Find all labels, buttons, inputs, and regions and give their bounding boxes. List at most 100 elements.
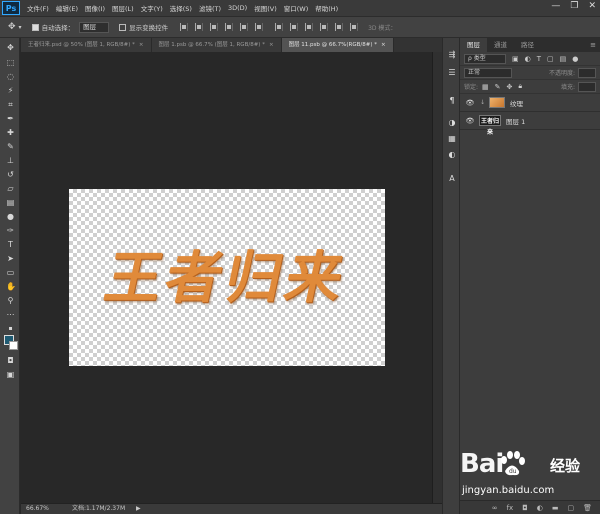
brush-tool-icon[interactable]: ✎	[6, 142, 15, 151]
document-canvas[interactable]: 王者归来	[69, 189, 385, 366]
distribute-right-icon[interactable]	[350, 23, 359, 31]
tab-channels[interactable]: 通道	[487, 38, 514, 52]
lock-transparent-icon[interactable]: ▦	[482, 83, 489, 91]
color-panel-icon[interactable]: ◐	[447, 150, 457, 160]
close-button[interactable]: ✕	[588, 1, 596, 11]
align-bottom-icon[interactable]	[210, 23, 219, 31]
distribute-top-icon[interactable]	[275, 23, 284, 31]
clone-stamp-tool-icon[interactable]: ⊥	[6, 156, 15, 165]
align-top-icon[interactable]	[180, 23, 189, 31]
lock-paint-icon[interactable]: ✎	[495, 83, 501, 91]
rectangle-tool-icon[interactable]: ▭	[6, 268, 15, 277]
opacity-field[interactable]	[578, 67, 596, 78]
layer-name[interactable]: 纹理	[510, 98, 523, 108]
tab-layers[interactable]: 图层	[460, 38, 487, 52]
eyedropper-tool-icon[interactable]: ✒	[6, 114, 15, 123]
document-tab-active[interactable]: 图层 11.psb @ 66.7%(RGB/8#) * ×	[281, 38, 394, 52]
visibility-eye-icon[interactable]: 👁︎	[464, 99, 476, 107]
menu-layer[interactable]: 图层(L)	[112, 3, 134, 13]
character-panel-icon[interactable]: A	[447, 174, 457, 184]
show-transform-option[interactable]: 显示变换控件	[119, 22, 168, 32]
dropdown-arrow-icon[interactable]: ▾	[19, 24, 22, 31]
background-color-swatch[interactable]	[9, 341, 18, 350]
lock-row: 锁定: ▦ ✎ ✥ 🔒︎ 填充:	[460, 80, 600, 94]
filter-shape-icon[interactable]: ▢	[547, 55, 554, 63]
close-icon[interactable]: ×	[269, 42, 274, 48]
quick-mask-icon[interactable]: ◘	[6, 356, 15, 365]
filter-pixel-icon[interactable]: ▣	[512, 55, 519, 63]
distribute-hcenter-icon[interactable]	[335, 23, 344, 31]
type-tool-icon[interactable]: T	[6, 240, 15, 249]
distribute-bottom-icon[interactable]	[305, 23, 314, 31]
menu-file[interactable]: 文件(F)	[27, 3, 49, 13]
filter-kind-select[interactable]: ρ 类型	[464, 53, 506, 64]
blend-mode-select[interactable]: 正常	[464, 67, 512, 78]
menu-view[interactable]: 视图(V)	[254, 3, 277, 13]
adjustments-panel-icon[interactable]: ◑	[447, 118, 457, 128]
show-transform-checkbox[interactable]	[119, 23, 127, 31]
auto-select-checkbox[interactable]	[31, 23, 39, 31]
align-right-icon[interactable]	[255, 23, 264, 31]
fill-field[interactable]	[578, 81, 596, 92]
document-tab[interactable]: 王者归来.psd @ 50% (图层 1, RGB/8#) * ×	[21, 38, 152, 52]
lock-move-icon[interactable]: ✥	[507, 83, 513, 91]
default-colors-icon[interactable]: ▪	[6, 324, 15, 333]
magic-wand-tool-icon[interactable]: ⚡	[6, 86, 15, 95]
lock-all-icon[interactable]: 🔒︎	[518, 82, 522, 91]
history-panel-icon[interactable]: ⇶	[447, 50, 457, 60]
history-brush-tool-icon[interactable]: ↺	[6, 170, 15, 179]
align-left-icon[interactable]	[225, 23, 234, 31]
dodge-tool-icon[interactable]: ●	[6, 212, 15, 221]
close-icon[interactable]: ×	[139, 42, 144, 48]
panel-menu-icon[interactable]: ≡	[590, 41, 596, 49]
zoom-tool-icon[interactable]: ⚲	[6, 296, 15, 305]
menu-type[interactable]: 文字(Y)	[141, 3, 163, 13]
layer-row[interactable]: 👁︎ ↓ 纹理	[460, 94, 600, 112]
styles-panel-icon[interactable]: ▦	[447, 134, 457, 144]
status-menu-arrow-icon[interactable]: ▶	[136, 504, 141, 514]
close-icon[interactable]: ×	[381, 42, 386, 48]
lasso-tool-icon[interactable]: ◌	[6, 72, 15, 81]
align-hcenter-icon[interactable]	[240, 23, 249, 31]
visibility-eye-icon[interactable]: 👁︎	[464, 117, 476, 125]
tab-paths[interactable]: 路径	[514, 38, 541, 52]
marquee-tool-icon[interactable]: ⬚	[6, 58, 15, 67]
menu-3d[interactable]: 3D(D)	[228, 4, 247, 12]
align-vcenter-icon[interactable]	[195, 23, 204, 31]
menu-filter[interactable]: 滤镜(T)	[199, 3, 221, 13]
move-tool-icon[interactable]: ✥	[8, 22, 16, 32]
filter-smart-object-icon[interactable]: ▤	[560, 55, 567, 63]
move-tool-icon[interactable]: ✥	[6, 43, 15, 52]
screen-mode-icon[interactable]: ▣	[6, 370, 15, 379]
menu-select[interactable]: 选择(S)	[170, 3, 192, 13]
document-tab[interactable]: 图层 1.psb @ 66.7% (图层 1, RGB/8#) * ×	[151, 38, 282, 52]
filter-toggle-icon[interactable]: ●	[572, 55, 578, 63]
distribute-vcenter-icon[interactable]	[290, 23, 299, 31]
layer-row[interactable]: 👁︎ 王者归来 图层 1	[460, 112, 600, 136]
minimize-button[interactable]: —	[551, 1, 560, 11]
hand-tool-icon[interactable]: ✋	[6, 282, 16, 291]
menu-window[interactable]: 窗口(W)	[284, 3, 309, 13]
eraser-tool-icon[interactable]: ▱	[6, 184, 15, 193]
more-tools-icon[interactable]: ⋯	[6, 310, 15, 319]
menu-edit[interactable]: 编辑(E)	[56, 3, 78, 13]
auto-select-target-select[interactable]: 图层	[79, 21, 110, 33]
filter-type-icon[interactable]: T	[537, 55, 541, 63]
paragraph-panel-icon[interactable]: ¶	[447, 96, 457, 106]
properties-panel-icon[interactable]: ☰	[447, 68, 457, 78]
restore-button[interactable]: ❐	[570, 1, 578, 11]
gradient-tool-icon[interactable]: ▤	[6, 198, 15, 207]
auto-select-option[interactable]: 自动选择：	[31, 22, 74, 32]
zoom-level[interactable]: 66.67%	[26, 504, 49, 514]
crop-tool-icon[interactable]: ⌗	[6, 100, 15, 109]
vertical-scrollbar[interactable]	[432, 52, 442, 505]
menu-image[interactable]: 图像(I)	[85, 3, 105, 13]
path-selection-tool-icon[interactable]: ➤	[6, 254, 15, 263]
healing-brush-tool-icon[interactable]: ✚	[6, 128, 15, 137]
menu-help[interactable]: 帮助(H)	[315, 3, 338, 13]
filter-adjustment-icon[interactable]: ◐	[525, 55, 531, 63]
pen-tool-icon[interactable]: ✑	[6, 226, 15, 235]
distribute-left-icon[interactable]	[320, 23, 329, 31]
layer-name[interactable]: 图层 1	[506, 116, 525, 126]
canvas-area[interactable]: 王者归来	[21, 52, 432, 505]
